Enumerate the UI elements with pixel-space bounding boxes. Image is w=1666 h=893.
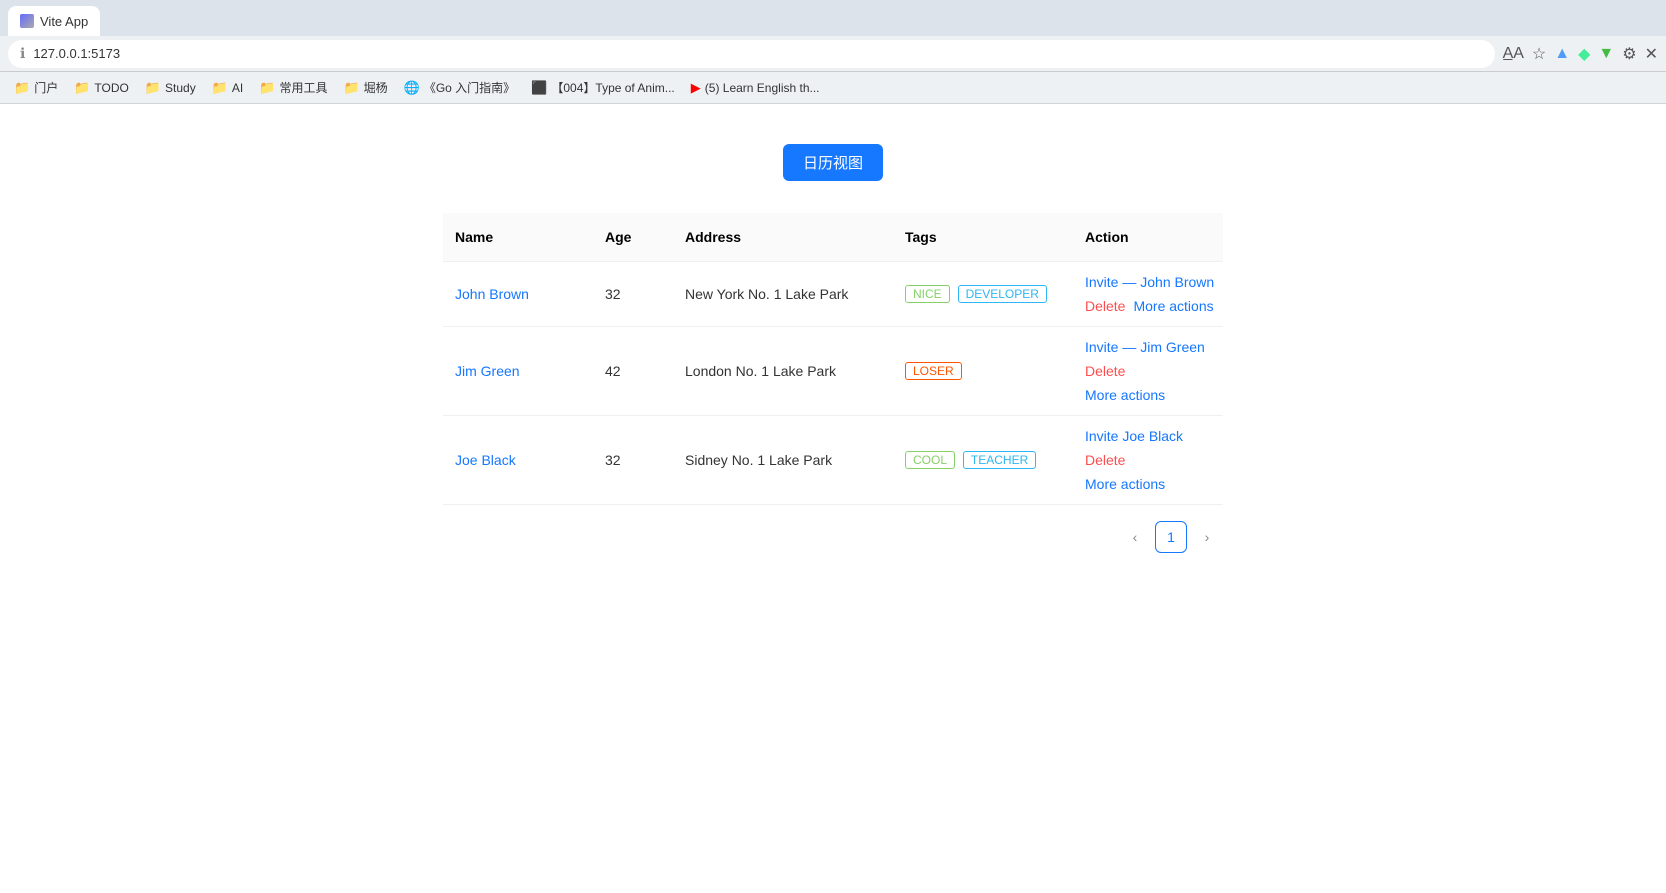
invite-john-brown[interactable]: Invite — John Brown: [1085, 274, 1214, 290]
pagination: ‹ 1 ›: [443, 521, 1223, 553]
tag-teacher: TEACHER: [963, 451, 1036, 469]
invite-joe-black[interactable]: Invite Joe Black: [1085, 428, 1183, 444]
data-table: Name Age Address Tags Action John Brown …: [443, 213, 1223, 553]
next-page-button[interactable]: ›: [1191, 521, 1223, 553]
col-tags: Tags: [893, 221, 1073, 253]
bookmark-label: 门户: [34, 79, 58, 96]
col-action: Action: [1073, 221, 1223, 253]
star-icon[interactable]: ☆: [1532, 44, 1546, 64]
bookmark-duiyang[interactable]: 📁 堀杨: [337, 77, 393, 98]
tab-label: Vite App: [40, 14, 88, 29]
cell-age: 32: [593, 274, 673, 314]
folder-icon: 📁: [259, 80, 275, 96]
cell-tags: NICE DEVELOPER: [893, 273, 1073, 315]
page-icon: ⬛: [531, 80, 547, 96]
table-row: Jim Green 42 London No. 1 Lake Park LOSE…: [443, 327, 1223, 416]
table-row: Joe Black 32 Sidney No. 1 Lake Park COOL…: [443, 416, 1223, 505]
folder-icon: 📁: [14, 80, 30, 96]
jim-green-link[interactable]: Jim Green: [455, 363, 520, 379]
page-content: 日历视图 Name Age Address Tags Action John B…: [0, 104, 1666, 893]
close-icon[interactable]: ✕: [1645, 44, 1658, 64]
col-age: Age: [593, 221, 673, 253]
cell-name: Jim Green: [443, 351, 593, 391]
bookmark-label: (5) Learn English th...: [705, 81, 820, 95]
bookmark-label: AI: [232, 81, 243, 95]
tab-bar: Vite App: [0, 0, 1666, 36]
bookmark-ai[interactable]: 📁 AI: [206, 78, 250, 98]
bookmark-todo[interactable]: 📁 TODO: [68, 78, 135, 98]
bookmark-label: TODO: [94, 81, 128, 95]
tag-developer: DEVELOPER: [958, 285, 1047, 303]
extension-icon-3[interactable]: ▼: [1598, 45, 1614, 63]
address-bar-row: ℹ 127.0.0.1:5173 A̲A ☆ ▲ ◆ ▼ ⚙ ✕: [0, 36, 1666, 72]
bookmark-label: 堀杨: [364, 79, 388, 96]
bookmark-menhue[interactable]: 📁 门户: [8, 77, 64, 98]
cell-action: Invite — Jim Green Delete More actions: [1073, 327, 1223, 415]
address-bar[interactable]: ℹ 127.0.0.1:5173: [8, 40, 1495, 68]
tag-cool: COOL: [905, 451, 955, 469]
yt-icon: ▶: [691, 80, 701, 96]
folder-icon: 📁: [212, 80, 228, 96]
delete-joe-black[interactable]: Delete: [1085, 452, 1125, 468]
john-brown-link[interactable]: John Brown: [455, 286, 529, 302]
delete-jim-green[interactable]: Delete: [1085, 363, 1125, 379]
cell-action: Invite Joe Black Delete More actions: [1073, 416, 1223, 504]
bookmark-label: 【004】Type of Anim...: [551, 79, 674, 96]
page-icon: 🌐: [404, 80, 420, 96]
extension-icon-1[interactable]: ▲: [1554, 45, 1570, 63]
active-tab[interactable]: Vite App: [8, 6, 100, 36]
col-name: Name: [443, 221, 593, 253]
cell-name: Joe Black: [443, 440, 593, 480]
tab-favicon: [20, 14, 34, 28]
cell-address: Sidney No. 1 Lake Park: [673, 440, 893, 480]
delete-john-brown[interactable]: Delete: [1085, 298, 1125, 314]
read-mode-icon[interactable]: A̲A: [1503, 45, 1524, 63]
bookmark-study[interactable]: 📁 Study: [139, 78, 202, 98]
cell-tags: COOL TEACHER: [893, 439, 1073, 481]
tag-loser: LOSER: [905, 362, 962, 380]
invite-jim-green[interactable]: Invite — Jim Green: [1085, 339, 1205, 355]
joe-black-link[interactable]: Joe Black: [455, 452, 516, 468]
bookmark-label: Study: [165, 81, 196, 95]
folder-icon: 📁: [74, 80, 90, 96]
prev-page-button[interactable]: ‹: [1119, 521, 1151, 553]
browser-chrome: Vite App ℹ 127.0.0.1:5173 A̲A ☆ ▲ ◆ ▼ ⚙ …: [0, 0, 1666, 104]
browser-actions: A̲A ☆ ▲ ◆ ▼ ⚙ ✕: [1503, 44, 1658, 64]
bookmark-youtube[interactable]: ▶ (5) Learn English th...: [685, 78, 826, 98]
table-row: John Brown 32 New York No. 1 Lake Park N…: [443, 262, 1223, 327]
cell-action: Invite — John Brown Delete More actions: [1073, 262, 1226, 326]
info-icon: ℹ: [20, 45, 25, 62]
bookmark-go[interactable]: 🌐 《Go 入门指南》: [398, 77, 522, 98]
more-actions-jim-green[interactable]: More actions: [1085, 387, 1165, 403]
folder-icon: 📁: [145, 80, 161, 96]
settings-icon[interactable]: ⚙: [1622, 44, 1636, 64]
cell-address: London No. 1 Lake Park: [673, 351, 893, 391]
cell-age: 42: [593, 351, 673, 391]
bookmark-tools[interactable]: 📁 常用工具: [253, 77, 333, 98]
tag-nice: NICE: [905, 285, 950, 303]
extension-icon-2[interactable]: ◆: [1578, 44, 1590, 64]
url-text: 127.0.0.1:5173: [33, 46, 120, 61]
bookmark-label: 《Go 入门指南》: [424, 79, 515, 96]
folder-icon: 📁: [343, 80, 359, 96]
bookmark-anim[interactable]: ⬛ 【004】Type of Anim...: [525, 77, 681, 98]
cell-address: New York No. 1 Lake Park: [673, 274, 893, 314]
cell-age: 32: [593, 440, 673, 480]
bookmark-label: 常用工具: [279, 79, 327, 96]
table-header: Name Age Address Tags Action: [443, 213, 1223, 262]
more-actions-john-brown[interactable]: More actions: [1133, 298, 1213, 314]
cell-name: John Brown: [443, 274, 593, 314]
page-1-button[interactable]: 1: [1155, 521, 1187, 553]
bookmarks-bar: 📁 门户 📁 TODO 📁 Study 📁 AI 📁 常用工具 📁 堀杨 🌐 《…: [0, 72, 1666, 104]
calendar-button[interactable]: 日历视图: [783, 144, 883, 181]
col-address: Address: [673, 221, 893, 253]
cell-tags: LOSER: [893, 350, 1073, 392]
more-actions-joe-black[interactable]: More actions: [1085, 476, 1165, 492]
